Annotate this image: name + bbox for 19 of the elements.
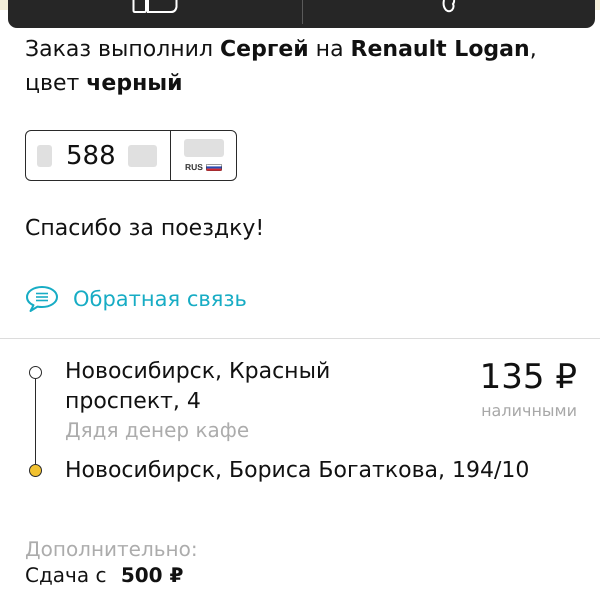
address-text: Новосибирск, Бориса Богаткова, 194/10 bbox=[65, 457, 530, 485]
change-note: Сдача с 500 ₽ bbox=[25, 562, 184, 588]
feedback-link[interactable]: Обратная связь bbox=[25, 284, 247, 314]
plate-region-label: RUS bbox=[185, 162, 203, 172]
plate-number: 588 bbox=[66, 140, 116, 170]
place-note: Дядя денер кафе bbox=[65, 417, 250, 443]
driver-info-text: Заказ выполнил Сергей на Renault Logan, цвет черный bbox=[25, 36, 538, 98]
address-text: Новосибирск, Красный проспект, 4 bbox=[65, 358, 332, 416]
redaction-block bbox=[184, 139, 224, 157]
payment-method: наличными bbox=[481, 401, 577, 421]
extra-title: Дополнительно: bbox=[25, 536, 198, 562]
redaction-block bbox=[128, 144, 157, 166]
wallet-icon[interactable] bbox=[132, 0, 178, 13]
price-amount: 135 ₽ bbox=[480, 357, 577, 397]
flag-icon bbox=[206, 164, 222, 170]
chat-bubble-icon bbox=[25, 285, 59, 313]
thumb-icon[interactable] bbox=[440, 0, 457, 13]
thanks-text: Спасибо за поездку! bbox=[25, 215, 266, 243]
redaction-block bbox=[37, 144, 52, 166]
